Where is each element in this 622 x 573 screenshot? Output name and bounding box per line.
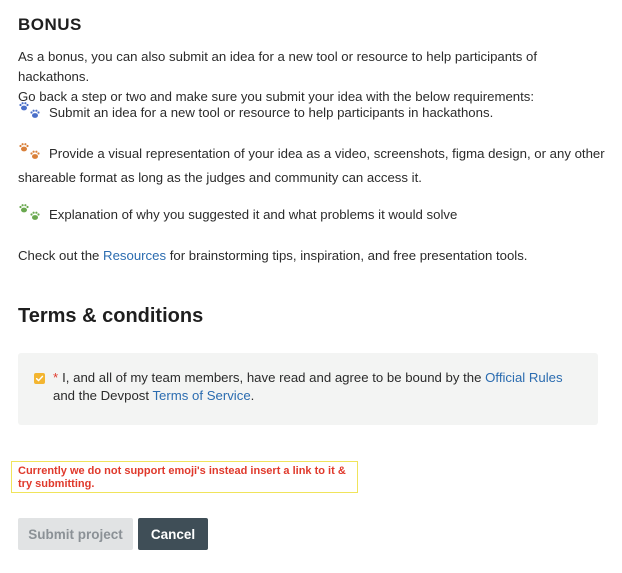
resources-suffix: for brainstorming tips, inspiration, and… [166,248,528,263]
resources-line: Check out the Resources for brainstormin… [18,246,527,266]
terms-text-part3: . [250,388,255,403]
requirement-item: Submit an idea for a new tool or resourc… [18,101,608,125]
submit-project-button[interactable]: Submit project [18,518,133,550]
checkmark-icon [35,375,44,382]
requirement-text: Provide a visual representation of your … [18,146,605,185]
required-marker: * [53,370,59,385]
emoji-error-message: Currently we do not support emoji's inst… [11,461,358,493]
requirement-text: Submit an idea for a new tool or resourc… [49,105,494,120]
resources-link[interactable]: Resources [103,248,166,263]
terms-text-part1: I, and all of my team members, have read… [62,370,486,385]
orange-paw-prints-icon [18,142,44,162]
requirement-item: Provide a visual representation of your … [18,142,608,190]
blue-paw-prints-icon [18,101,44,121]
terms-checkbox[interactable] [34,373,45,384]
requirement-text: Explanation of why you suggested it and … [49,207,458,222]
error-line1: Currently we do not support emoji's inst… [18,465,346,477]
resources-prefix: Check out the [18,248,104,263]
bonus-heading: BONUS [18,15,82,34]
terms-agreement-text: * I, and all of my team members, have rea… [53,369,588,405]
terms-agreement-box: * I, and all of my team members, have rea… [18,353,598,425]
official-rules-link[interactable]: Official Rules [485,370,562,385]
terms-of-service-link[interactable]: Terms of Service [152,388,250,403]
bonus-intro-line1: As a bonus, you can also submit an idea … [18,49,538,84]
green-paw-prints-icon [18,203,44,223]
bonus-intro: As a bonus, you can also submit an idea … [18,47,608,107]
terms-heading: Terms & conditions [18,305,204,327]
error-line2: try submitting. [18,478,95,490]
terms-text-part2: and the Devpost [53,388,153,403]
cancel-button[interactable]: Cancel [138,518,208,550]
requirement-item: Explanation of why you suggested it and … [18,203,608,227]
